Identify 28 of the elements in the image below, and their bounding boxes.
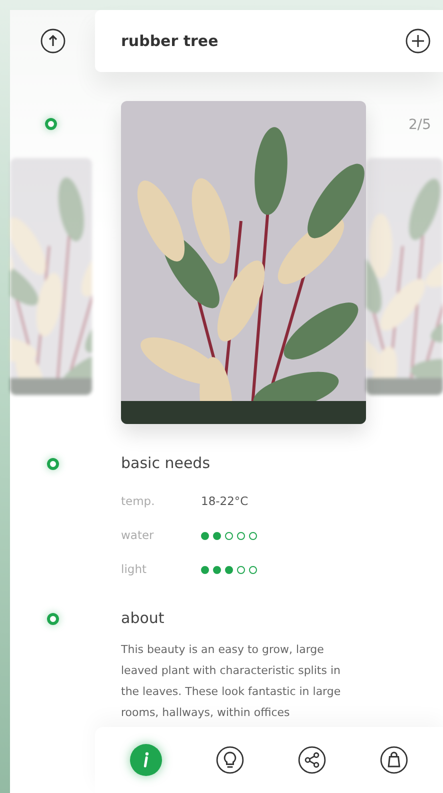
- rating-dot: [225, 532, 233, 540]
- rating-dot: [225, 566, 233, 574]
- timeline-dot: [45, 118, 57, 130]
- slide-counter: 2/5: [407, 116, 432, 135]
- rating-dot: [201, 566, 209, 574]
- upload-icon[interactable]: [40, 28, 66, 54]
- rating-dot: [237, 532, 245, 540]
- need-value: 18-22°C: [201, 492, 248, 510]
- rating-dot: [237, 566, 245, 574]
- rating-dot: [201, 532, 209, 540]
- section-title: basic needs: [121, 453, 212, 474]
- shopping-bag-icon[interactable]: [380, 746, 408, 774]
- add-icon[interactable]: [405, 28, 431, 54]
- share-icon[interactable]: [298, 746, 326, 774]
- need-label: temp.: [121, 492, 156, 510]
- section-title: about: [121, 608, 166, 628]
- rating-dot: [213, 566, 221, 574]
- description-text: This beauty is an easy to grow, large leaved plant with characteristic splits in the leaves. These look fantastic in large rooms, hallways, within offices: [121, 642, 342, 721]
- plant-title: rubber tree: [121, 30, 218, 52]
- need-label: water: [121, 526, 155, 544]
- timeline-dot: [46, 458, 58, 470]
- rating-dot: [213, 532, 221, 540]
- lightbulb-icon[interactable]: [216, 746, 244, 774]
- rating-dot: [249, 566, 257, 574]
- timeline-dot: [46, 612, 58, 624]
- info-icon[interactable]: [130, 744, 162, 776]
- need-label: light: [121, 560, 148, 578]
- rating-dot: [249, 532, 257, 540]
